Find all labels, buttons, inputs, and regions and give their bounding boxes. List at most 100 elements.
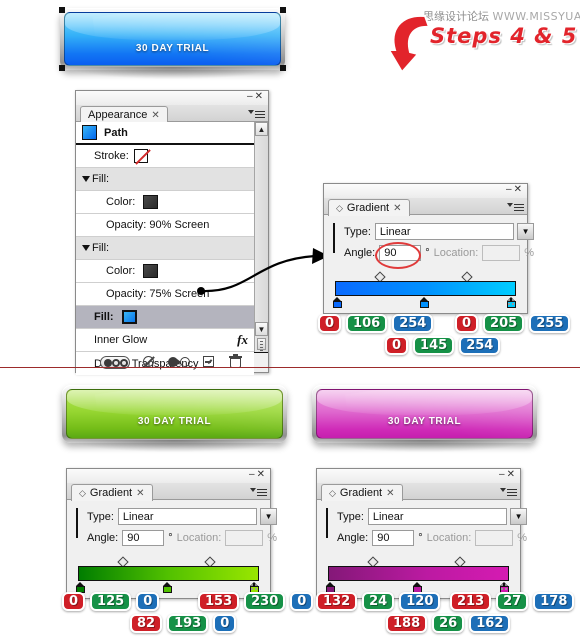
tab-gradient[interactable]: ◇ Gradient ✕	[328, 199, 410, 216]
none-swatch-icon[interactable]	[133, 149, 148, 163]
gradient-panel-green[interactable]: –✕ ◇ Gradient ✕ Type: Linear ▼ Angle: 90	[66, 468, 278, 599]
rgb-green-value: 125	[90, 592, 132, 611]
rgb-blue-value: 0	[213, 614, 237, 633]
fx-icon[interactable]: fx	[237, 332, 248, 348]
appearance-list[interactable]: Path Stroke: Fill: Color: Opacity: 90% S…	[76, 122, 268, 375]
anchor-point-bottom-left[interactable]	[59, 65, 65, 71]
rgb-blue-value: 0	[136, 592, 160, 611]
resize-grip-icon[interactable]	[500, 583, 509, 592]
gradient-panel-magenta[interactable]: –✕ ◇ Gradient ✕ Type: Linear ▼ Angle: 90	[316, 468, 528, 599]
gradient-location-input[interactable]	[482, 245, 521, 261]
gradient-strip[interactable]	[328, 566, 509, 581]
close-icon[interactable]: ✕	[151, 108, 159, 123]
gradient-stop-1[interactable]	[162, 582, 172, 593]
rgb-readout-blue-middle: 0 145 254	[385, 336, 501, 355]
chevron-up-icon[interactable]: ▲	[255, 122, 268, 136]
triangle-down-icon[interactable]	[82, 176, 90, 182]
gradient-panel-blue[interactable]: –✕ ◇ Gradient ✕ Type: Linear ▼ Angle: 90	[323, 183, 535, 314]
gradient-preview-swatch[interactable]	[333, 223, 335, 253]
dark-swatch-icon[interactable]	[143, 264, 159, 278]
magenta-button-label: 30 DAY TRIAL	[387, 416, 462, 427]
appearance-row-color-1[interactable]: Color:	[76, 191, 254, 214]
appearance-row-inner-glow[interactable]: Inner Glow fx	[76, 329, 254, 352]
gradient-slider[interactable]	[76, 556, 261, 593]
appearance-panel[interactable]: –✕ Appearance ✕ Path Stroke: Fill: Color…	[75, 90, 269, 375]
chevron-down-icon[interactable]: ▼	[255, 322, 268, 336]
chevron-down-icon[interactable]: ▼	[510, 508, 528, 525]
gradient-stop-0[interactable]	[333, 297, 342, 308]
gradient-type-select[interactable]: Linear	[117, 508, 258, 525]
green-button-label: 30 DAY TRIAL	[137, 416, 212, 427]
window-controls[interactable]: –✕	[506, 184, 524, 196]
gradient-type-select[interactable]: Linear	[374, 223, 515, 240]
resize-grip-icon[interactable]	[507, 298, 516, 307]
gradient-type-select[interactable]: Linear	[367, 508, 508, 525]
panel-menu-icon[interactable]	[250, 485, 267, 499]
rgb-green-value: 230	[244, 592, 286, 611]
panel-titlebar: –✕	[317, 469, 520, 483]
rgb-red-value: 213	[450, 592, 492, 611]
button-drop-shadow	[322, 440, 527, 452]
tab-gradient[interactable]: ◇ Gradient ✕	[71, 484, 153, 501]
magenta-trial-button[interactable]: 30 DAY TRIAL	[312, 385, 537, 452]
rgb-blue-value: 178	[533, 592, 575, 611]
panel-menu-icon[interactable]	[500, 485, 517, 499]
panel-menu-icon[interactable]	[248, 107, 265, 121]
gradient-angle-input[interactable]: 90	[122, 530, 165, 546]
gradient-blue-swatch-icon[interactable]	[82, 125, 97, 140]
gradient-strip[interactable]	[78, 566, 259, 581]
gradient-stop-1[interactable]	[419, 297, 429, 308]
gradient-location-input[interactable]	[475, 530, 514, 546]
close-icon[interactable]: ✕	[386, 486, 394, 501]
chevron-down-icon[interactable]: ▼	[260, 508, 278, 525]
tab-gradient[interactable]: ◇ Gradient ✕	[321, 484, 403, 501]
blue-trial-button[interactable]: 30 DAY TRIAL	[59, 7, 286, 79]
rgb-red-value: 0	[455, 314, 479, 333]
appearance-row-stroke[interactable]: Stroke:	[76, 145, 254, 168]
gradient-location-label: Location:	[426, 532, 472, 544]
chevron-down-icon[interactable]: ▼	[517, 223, 535, 240]
appearance-row-fill-1[interactable]: Fill:	[76, 168, 254, 191]
anchor-point-top-left[interactable]	[59, 7, 65, 13]
dark-swatch-icon[interactable]	[143, 195, 159, 209]
gradient-angle-input[interactable]: 90	[372, 530, 415, 546]
anchor-point-bottom-right[interactable]	[280, 65, 286, 71]
resize-grip-icon[interactable]	[250, 583, 259, 592]
gradient-panel-body: Type: Linear ▼ Angle: 90 ° Location: %	[317, 500, 528, 598]
gradient-strip[interactable]	[335, 281, 516, 296]
panel-titlebar: –✕	[67, 469, 270, 483]
gradient-slider[interactable]	[333, 271, 518, 308]
rgb-readout-magenta-left: 132 24 120	[316, 592, 441, 611]
rgb-red-value: 0	[318, 314, 342, 333]
gradient-angle-input[interactable]: 90	[375, 242, 422, 269]
appearance-row-opacity-1[interactable]: Opacity: 90% Screen	[76, 214, 254, 237]
panel-menu-icon[interactable]	[507, 200, 524, 214]
appearance-row-label: Stroke:	[94, 150, 129, 162]
degree-symbol: °	[168, 532, 173, 544]
window-controls[interactable]: –✕	[247, 91, 265, 103]
window-controls[interactable]: –✕	[499, 469, 517, 481]
window-controls[interactable]: –✕	[249, 469, 267, 481]
triangle-down-icon[interactable]	[82, 245, 90, 251]
gradient-location-label: Location:	[433, 247, 479, 259]
gradient-preview-swatch[interactable]	[76, 508, 78, 538]
tab-appearance-label: Appearance	[88, 109, 148, 121]
panel-titlebar: –✕	[324, 184, 527, 198]
anchor-point-top-right[interactable]	[280, 7, 286, 13]
gradient-preview-swatch[interactable]	[326, 508, 328, 538]
close-icon[interactable]: ✕	[136, 486, 144, 501]
button-bevel-frame: 30 DAY TRIAL	[62, 385, 287, 443]
gradient-slider[interactable]	[326, 556, 511, 593]
scroll-thumb[interactable]	[257, 338, 266, 351]
tab-appearance[interactable]: Appearance ✕	[80, 106, 168, 123]
rgb-readout-green-right: 153 230 0	[198, 592, 314, 611]
close-icon[interactable]: ✕	[393, 201, 401, 216]
green-trial-button[interactable]: 30 DAY TRIAL	[62, 385, 287, 452]
gradient-location-input[interactable]	[225, 530, 264, 546]
appearance-row-fill-selected[interactable]: Fill:	[76, 306, 254, 329]
gradient-blue-swatch-icon[interactable]	[121, 310, 137, 324]
steps-annotation: 思缘设计论坛 WWW.MISSYUAN.COM Steps 4 & 5	[385, 6, 580, 78]
appearance-row-path[interactable]: Path	[76, 122, 254, 145]
rgb-blue-value: 254	[459, 336, 501, 355]
appearance-scrollbar[interactable]: ▲ ▼	[254, 122, 268, 352]
